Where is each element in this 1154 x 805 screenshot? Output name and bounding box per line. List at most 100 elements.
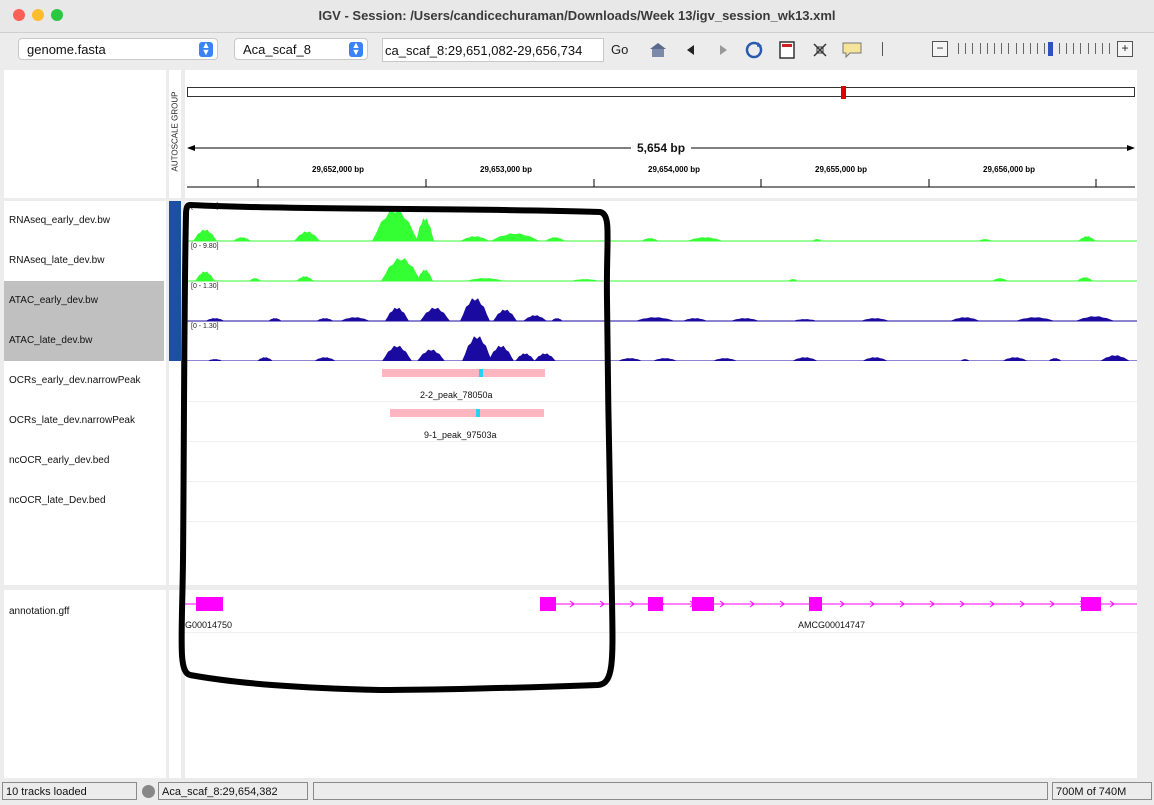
atac-late-peak xyxy=(534,353,556,361)
atac-late-peak xyxy=(314,357,336,361)
genome-select[interactable]: genome.fasta ▲ ▼ xyxy=(18,38,218,60)
data-panel[interactable]: [0 - 9.80] [0 - 9.80] [0 - 1.30] [0 - 1.… xyxy=(185,201,1137,585)
forward-icon[interactable] xyxy=(713,40,733,60)
rnaseq-early-peak xyxy=(294,231,320,241)
track-name-ocrs-late[interactable]: OCRs_late_dev.narrowPeak xyxy=(4,401,164,441)
exon[interactable] xyxy=(809,597,822,611)
atac-late-peak xyxy=(1048,358,1062,361)
atac-late-peak xyxy=(1002,357,1028,361)
zoom-widget: − + xyxy=(932,41,1134,57)
track-separator xyxy=(185,441,1137,442)
attribute-cell[interactable] xyxy=(169,281,181,321)
rnaseq-late-peak xyxy=(788,279,798,281)
resize-icon[interactable] xyxy=(810,40,830,60)
feature-panel[interactable]: G00014750 AMCG00014747 xyxy=(185,590,1137,778)
feature-attribute-panel xyxy=(169,590,181,778)
track-name-annotation[interactable]: annotation.gff xyxy=(4,592,164,632)
atac-early-peak xyxy=(682,318,708,321)
track-name-atac-late[interactable]: ATAC_late_dev.bw xyxy=(4,321,164,361)
home-icon[interactable] xyxy=(648,40,668,60)
track-name-rnaseq-late[interactable]: RNAseq_late_dev.bw xyxy=(4,241,164,281)
peak-feature[interactable] xyxy=(390,409,544,417)
track-name-ocrs-early[interactable]: OCRs_early_dev.narrowPeak xyxy=(4,361,164,401)
feature-name-panel: annotation.gff xyxy=(4,590,166,778)
chromosome-select[interactable]: Aca_scaf_8 ▲ ▼ xyxy=(234,38,368,60)
atac-late-peak xyxy=(652,358,678,361)
zoom-tick xyxy=(1109,43,1111,54)
atac-early-peak xyxy=(950,317,980,321)
rnaseq-late-peak xyxy=(570,279,600,281)
peak-label: 2-2_peak_78050a xyxy=(420,390,493,400)
zoom-tick xyxy=(958,43,959,54)
atac-early-peak xyxy=(1075,316,1115,321)
zoom-slider-thumb[interactable] xyxy=(1048,42,1053,56)
exon[interactable] xyxy=(648,597,663,611)
peak-summit xyxy=(479,369,483,377)
zoom-tick xyxy=(1037,43,1039,54)
zoom-in-button[interactable]: + xyxy=(1117,41,1133,57)
atac-early-peak xyxy=(523,315,547,321)
zoom-out-button[interactable]: − xyxy=(932,41,948,57)
atac-late-peak xyxy=(257,357,273,361)
peak-feature[interactable] xyxy=(382,369,545,377)
ruler-tick-label: 29,652,000 bp xyxy=(312,165,365,174)
rnaseq-early-peak xyxy=(193,229,217,241)
rnaseq-early-peak xyxy=(1078,236,1096,241)
zoom-tick xyxy=(972,43,974,54)
atac-early-peak xyxy=(493,309,517,321)
atac-late-peak xyxy=(207,359,223,361)
peak-summit xyxy=(476,409,480,417)
ruler-tick-label: 29,653,000 bp xyxy=(480,165,533,174)
zoom-tick xyxy=(1030,43,1031,54)
locus-input[interactable]: ca_scaf_8:29,651,082-29,656,734 xyxy=(382,38,604,62)
exon[interactable] xyxy=(196,597,223,611)
back-icon[interactable] xyxy=(681,40,701,60)
ruler-tick-label: 29,654,000 bp xyxy=(648,165,701,174)
igv-window: IGV - Session: /Users/candicechuraman/Do… xyxy=(0,0,1154,805)
rnaseq-late-peak xyxy=(465,278,505,281)
gene-track[interactable] xyxy=(185,590,1137,630)
exon[interactable] xyxy=(540,597,556,611)
popup-info-icon[interactable] xyxy=(841,40,862,60)
atac-early-peak xyxy=(420,307,450,321)
track-name-atac-early[interactable]: ATAC_early_dev.bw xyxy=(4,281,164,321)
atac-early-peak xyxy=(268,318,282,321)
ruler-tick-label: 29,655,000 bp xyxy=(815,165,868,174)
zoom-tick xyxy=(1066,43,1067,54)
roi-icon[interactable] xyxy=(777,40,797,60)
rnaseq-late-peak xyxy=(195,271,215,281)
track-name-ncocr-early[interactable]: ncOCR_early_dev.bed xyxy=(4,441,164,481)
attribute-cell[interactable] xyxy=(169,241,181,281)
ruler-ticks xyxy=(187,179,1135,188)
rnaseq-early-peak xyxy=(460,236,490,241)
atac-early-peak xyxy=(460,298,490,321)
signal-tracks xyxy=(185,209,1137,361)
atac-late-peak xyxy=(382,345,412,361)
title-bar: IGV - Session: /Users/candicechuraman/Do… xyxy=(0,0,1154,33)
zoom-tick xyxy=(1015,43,1017,54)
attribute-header-panel: AUTOSCALE GROUP xyxy=(169,70,181,198)
status-memory: 700M of 740M xyxy=(1052,782,1152,800)
atac-early-peak xyxy=(860,318,890,321)
chromosome-ideogram[interactable] xyxy=(187,87,1135,97)
refresh-icon[interactable] xyxy=(744,40,764,60)
atac-early-peak xyxy=(205,318,225,321)
track-separator xyxy=(185,401,1137,402)
attribute-cell[interactable] xyxy=(169,321,181,361)
zoom-tick xyxy=(1058,43,1060,54)
zoom-tick xyxy=(965,43,967,54)
rnaseq-early-peak xyxy=(687,237,723,241)
track-name-ncocr-late[interactable]: ncOCR_late_Dev.bed xyxy=(4,481,164,521)
ruler-panel[interactable]: 5,654 bp 29,652,000 bp 29,653,000 bp 29,… xyxy=(185,70,1137,198)
atac-early-peak xyxy=(1015,317,1055,321)
rnaseq-early-peak xyxy=(812,239,822,241)
track-name-rnaseq-early[interactable]: RNAseq_early_dev.bw xyxy=(4,201,164,241)
go-button[interactable]: Go xyxy=(611,42,628,57)
track-separator xyxy=(185,481,1137,482)
rnaseq-early-peak xyxy=(545,237,565,241)
rnaseq-late-peak xyxy=(296,276,314,281)
chevron-updown-icon: ▲ ▼ xyxy=(349,41,363,57)
attribute-cell[interactable] xyxy=(169,201,181,241)
exon[interactable] xyxy=(692,597,714,611)
atac-early-peak xyxy=(385,307,409,321)
